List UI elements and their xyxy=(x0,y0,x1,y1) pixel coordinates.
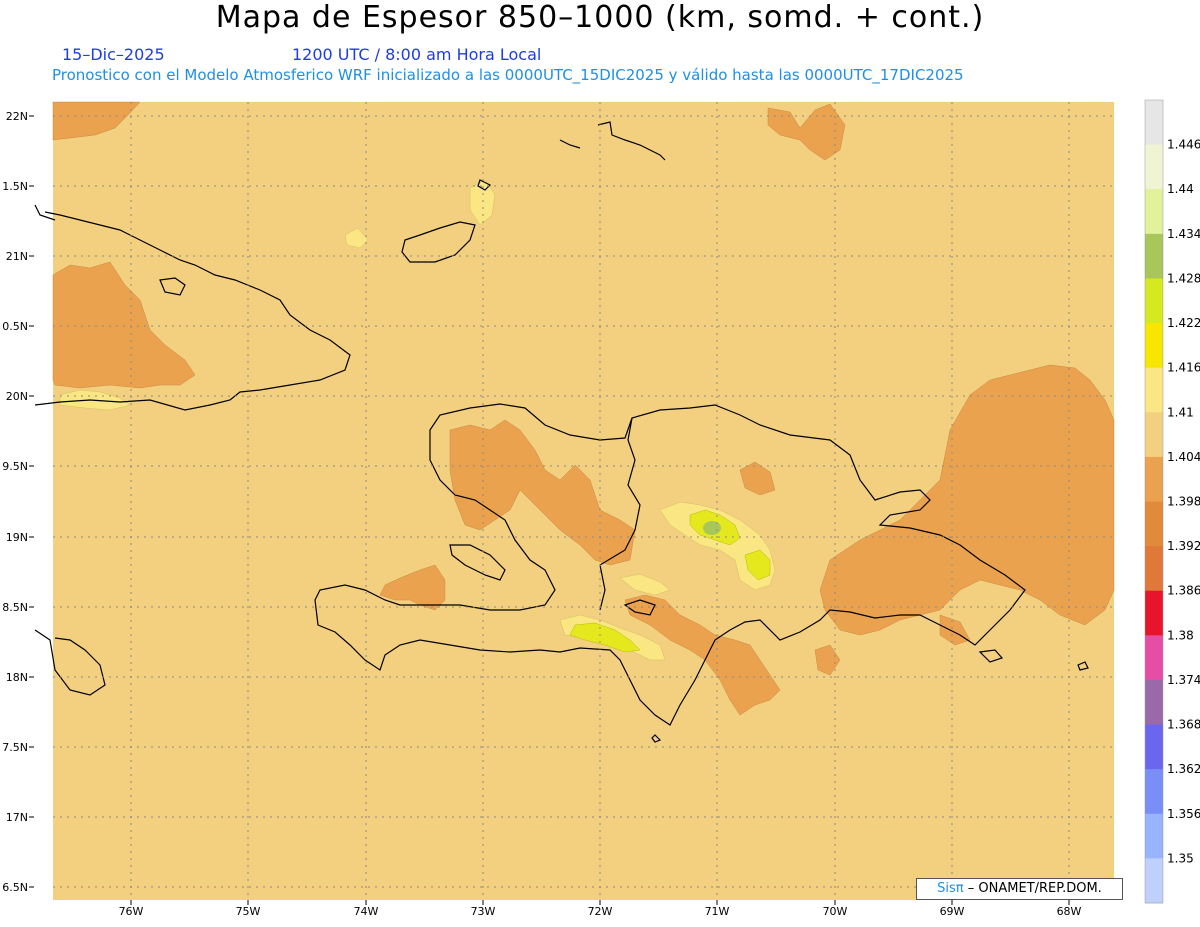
lat-label: 22N xyxy=(6,110,28,123)
colorbar-swatch xyxy=(1145,679,1163,726)
lat-label: 17N xyxy=(6,811,28,824)
lat-label: 9.5N xyxy=(2,460,28,473)
colorbar-swatch xyxy=(1145,323,1163,369)
thickness-max-spot xyxy=(703,521,721,535)
colorbar-swatch xyxy=(1145,189,1163,235)
colorbar-label: 1.368 xyxy=(1167,718,1200,732)
colorbar-label: 1.44 xyxy=(1167,182,1194,196)
lat-label: 21N xyxy=(6,250,28,263)
colorbar-swatch xyxy=(1145,100,1163,146)
colorbar-swatch xyxy=(1145,501,1163,547)
lat-label: 6.5N xyxy=(2,881,28,894)
thickness-map: 22N 1.5N 21N 0.5N 20N 9.5N 19N 8.5N 18N … xyxy=(2,99,1200,918)
colorbar: 1.446 1.44 1.434 1.428 1.422 1.416 1.41 1.404 1.… xyxy=(1144,99,1200,904)
colorbar-label: 1.392 xyxy=(1167,539,1200,553)
colorbar-swatch xyxy=(1145,278,1163,324)
colorbar-swatch xyxy=(1145,635,1163,681)
colorbar-swatch xyxy=(1145,412,1163,458)
colorbar-swatch xyxy=(1145,144,1163,190)
colorbar-label: 1.356 xyxy=(1167,807,1200,821)
lat-label: 8.5N xyxy=(2,601,28,614)
lat-label: 1.5N xyxy=(2,180,28,193)
credit-box: Sisπ – ONAMET/REP.DOM. xyxy=(916,878,1123,900)
lon-label: 71W xyxy=(705,905,730,918)
colorbar-swatch xyxy=(1145,724,1163,770)
colorbar-label: 1.38 xyxy=(1167,628,1194,642)
colorbar-label: 1.386 xyxy=(1167,584,1200,598)
credit-text: – ONAMET/REP.DOM. xyxy=(967,881,1102,896)
colorbar-label: 1.416 xyxy=(1167,361,1200,375)
credit-brand: Sisπ xyxy=(937,881,964,896)
colorbar-swatch xyxy=(1145,813,1163,859)
lat-axis: 22N 1.5N 21N 0.5N 20N 9.5N 19N 8.5N 18N … xyxy=(2,110,34,894)
colorbar-swatch xyxy=(1145,367,1163,413)
colorbar-swatch xyxy=(1145,233,1163,279)
colorbar-swatch xyxy=(1145,546,1163,592)
region-dr-max xyxy=(703,521,721,535)
lon-label: 75W xyxy=(236,905,261,918)
lon-axis: 76W 75W 74W 73W 72W 71W 70W 69W 68W xyxy=(119,900,1082,918)
colorbar-label: 1.404 xyxy=(1167,450,1200,464)
lat-label: 18N xyxy=(6,671,28,684)
lat-label: 7.5N xyxy=(2,741,28,754)
colorbar-label: 1.428 xyxy=(1167,271,1200,285)
lat-label: 0.5N xyxy=(2,320,28,333)
colorbar-label: 1.446 xyxy=(1167,138,1200,152)
colorbar-swatch xyxy=(1145,769,1163,815)
colorbar-label: 1.398 xyxy=(1167,495,1200,509)
colorbar-label: 1.434 xyxy=(1167,227,1200,241)
colorbar-swatch xyxy=(1145,858,1163,904)
lat-label: 19N xyxy=(6,531,28,544)
lon-label: 68W xyxy=(1057,905,1082,918)
colorbar-swatch xyxy=(1145,590,1163,636)
colorbar-label: 1.41 xyxy=(1167,405,1194,419)
lon-label: 70W xyxy=(823,905,848,918)
lon-label: 73W xyxy=(471,905,496,918)
colorbar-label: 1.362 xyxy=(1167,762,1200,776)
lon-label: 69W xyxy=(940,905,965,918)
lat-label: 20N xyxy=(6,390,28,403)
lon-label: 72W xyxy=(588,905,613,918)
colorbar-label: 1.35 xyxy=(1167,851,1194,865)
lon-label: 74W xyxy=(354,905,379,918)
colorbar-label: 1.422 xyxy=(1167,316,1200,330)
lon-label: 76W xyxy=(119,905,144,918)
colorbar-swatch xyxy=(1145,456,1163,502)
colorbar-label: 1.374 xyxy=(1167,673,1200,687)
